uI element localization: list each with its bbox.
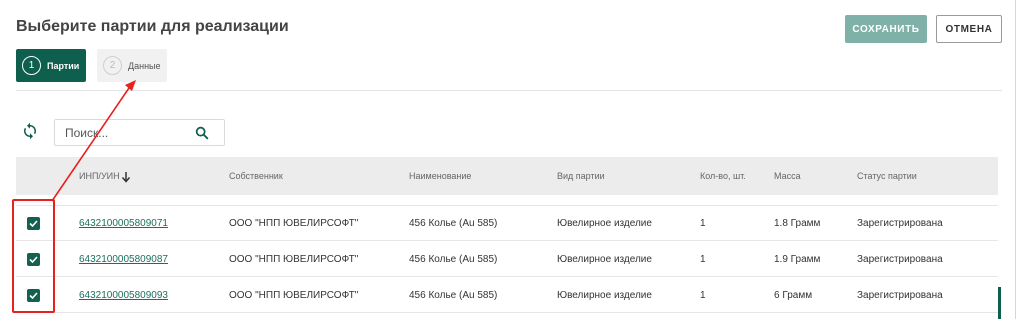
annotation-arrow (51, 80, 136, 202)
panel-edge (1015, 0, 1016, 319)
selection-dialog: Выберите партии для реализации СОХРАНИТЬ… (0, 0, 1024, 319)
scrollbar-thumb[interactable] (998, 287, 1001, 319)
